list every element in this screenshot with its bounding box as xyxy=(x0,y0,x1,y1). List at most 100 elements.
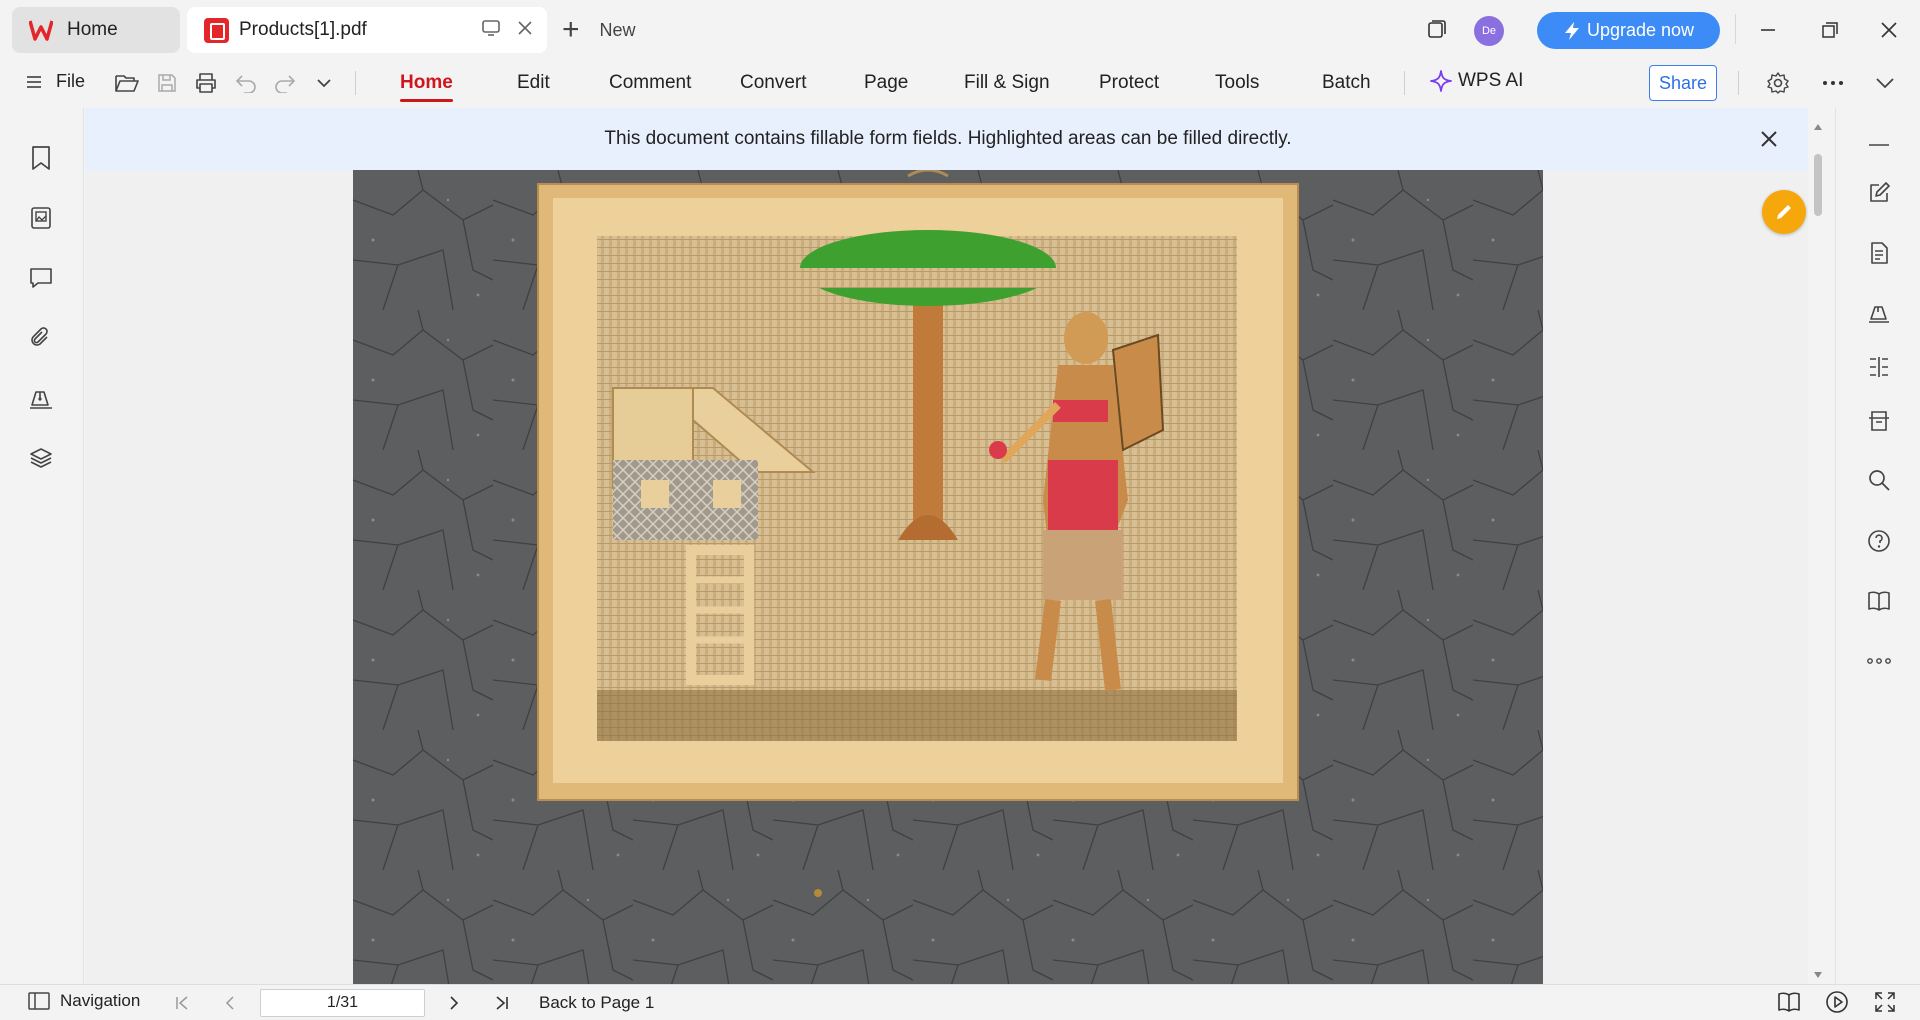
chevron-left-icon xyxy=(225,996,234,1010)
edit-text-icon xyxy=(1870,182,1890,202)
page-number-input[interactable]: 1/31 xyxy=(260,989,425,1017)
sign-button[interactable] xyxy=(1866,300,1892,326)
help-icon xyxy=(1868,530,1890,552)
previous-page-button[interactable] xyxy=(220,993,240,1013)
settings-button[interactable] xyxy=(1765,70,1791,96)
layers-button[interactable] xyxy=(27,444,55,472)
title-bar: Home Products[1].pdf + New De Upgrade no… xyxy=(0,0,1920,58)
pencil-icon xyxy=(1777,205,1791,219)
tab-home[interactable]: Home xyxy=(12,7,180,53)
minimize-button[interactable] xyxy=(1750,14,1786,46)
back-to-page-link[interactable]: Back to Page 1 xyxy=(539,993,654,1013)
file-menu-button[interactable]: File xyxy=(26,71,85,92)
restore-windows-icon[interactable] xyxy=(1426,18,1448,40)
first-page-button[interactable] xyxy=(172,993,192,1013)
reading-mode-button[interactable] xyxy=(1866,588,1892,614)
notice-text: This document contains fillable form fie… xyxy=(604,128,1292,149)
print-button[interactable] xyxy=(193,70,219,96)
help-button[interactable] xyxy=(1866,528,1892,554)
document-viewport[interactable]: This document contains fillable form fie… xyxy=(85,108,1808,984)
right-sidebar xyxy=(1835,108,1920,984)
more-icon xyxy=(1867,658,1891,664)
undo-button[interactable] xyxy=(233,70,259,96)
tab-page[interactable]: Page xyxy=(864,72,908,94)
new-tab-button[interactable]: + New xyxy=(562,14,636,46)
tab-edit[interactable]: Edit xyxy=(517,72,550,94)
signature-button[interactable] xyxy=(27,384,55,412)
last-page-button[interactable] xyxy=(492,993,512,1013)
navigation-label: Navigation xyxy=(60,991,141,1010)
quick-access-dropdown[interactable] xyxy=(311,70,337,96)
file-menu-label: File xyxy=(56,71,86,91)
scroll-down-arrow[interactable] xyxy=(1814,972,1822,978)
more-tools-button[interactable] xyxy=(1866,648,1892,674)
close-tab-icon[interactable] xyxy=(515,18,535,38)
play-slideshow-button[interactable] xyxy=(1825,990,1849,1014)
reading-view-button[interactable] xyxy=(1777,991,1801,1013)
next-page-button[interactable] xyxy=(444,993,464,1013)
fullscreen-icon xyxy=(1875,992,1895,1012)
edit-text-button[interactable] xyxy=(1866,180,1892,206)
chevron-right-icon xyxy=(450,996,459,1010)
lightning-icon xyxy=(1564,21,1579,40)
search-button[interactable] xyxy=(1866,467,1892,493)
upgrade-button[interactable]: Upgrade now xyxy=(1537,12,1720,49)
compare-button[interactable] xyxy=(1866,354,1892,380)
vertical-scrollbar[interactable] xyxy=(1810,118,1826,984)
wps-ai-button[interactable]: WPS AI xyxy=(1430,70,1523,92)
attachments-button[interactable] xyxy=(27,324,55,352)
document-tools-button[interactable] xyxy=(1866,240,1892,266)
navigation-button[interactable]: Navigation xyxy=(28,991,140,1011)
tab-comment[interactable]: Comment xyxy=(609,72,691,94)
share-button[interactable]: Share xyxy=(1649,65,1717,101)
divider xyxy=(1738,71,1739,95)
tab-document[interactable]: Products[1].pdf xyxy=(187,7,547,53)
close-notice-icon[interactable] xyxy=(1757,127,1781,151)
redo-icon xyxy=(275,75,296,93)
scroll-up-arrow[interactable] xyxy=(1814,124,1822,130)
close-icon xyxy=(1881,22,1897,38)
attachment-icon xyxy=(31,327,48,346)
tab-protect[interactable]: Protect xyxy=(1099,72,1159,94)
close-window-button[interactable] xyxy=(1871,14,1907,46)
open-button[interactable] xyxy=(114,70,140,96)
sparkle-icon xyxy=(1430,70,1452,92)
fullscreen-button[interactable] xyxy=(1874,991,1896,1013)
book-icon xyxy=(1868,591,1890,611)
left-sidebar xyxy=(0,108,84,984)
new-tab-label: New xyxy=(599,19,636,40)
comments-button[interactable] xyxy=(27,264,55,292)
tab-home[interactable]: Home xyxy=(400,72,453,102)
scroll-thumb[interactable] xyxy=(1814,154,1822,216)
plus-icon: + xyxy=(562,13,580,46)
user-avatar[interactable]: De xyxy=(1474,16,1504,46)
save-button[interactable] xyxy=(154,70,180,96)
tab-batch[interactable]: Batch xyxy=(1322,72,1371,94)
more-options-button[interactable] xyxy=(1820,70,1846,96)
more-horizontal-icon xyxy=(1823,81,1843,85)
tab-home-label: Home xyxy=(67,19,118,40)
redo-button[interactable] xyxy=(272,70,298,96)
upgrade-label: Upgrade now xyxy=(1586,20,1695,40)
chevron-down-icon xyxy=(317,79,331,88)
tab-document-label: Products[1].pdf xyxy=(239,19,367,40)
scan-button[interactable] xyxy=(1866,408,1892,434)
thumbnails-button[interactable] xyxy=(27,204,55,232)
tab-fill-sign[interactable]: Fill & Sign xyxy=(964,72,1050,94)
tab-tools[interactable]: Tools xyxy=(1215,72,1259,94)
maximize-button[interactable] xyxy=(1812,14,1848,46)
last-page-icon xyxy=(496,996,508,1010)
document-icon xyxy=(1871,242,1888,264)
tab-convert[interactable]: Convert xyxy=(740,72,807,94)
collapse-panel-button[interactable] xyxy=(1866,132,1892,158)
wps-ai-label: WPS AI xyxy=(1458,70,1524,91)
search-icon xyxy=(1869,470,1890,491)
monitor-icon[interactable] xyxy=(481,18,501,38)
status-bar: Navigation 1/31 Back to Page 1 xyxy=(0,984,1920,1020)
edit-fab-button[interactable] xyxy=(1762,190,1806,234)
thumbnails-icon xyxy=(31,207,51,229)
sign-icon xyxy=(1869,306,1889,323)
bookmark-button[interactable] xyxy=(27,144,55,172)
collapse-ribbon-button[interactable] xyxy=(1872,70,1898,96)
divider xyxy=(355,71,356,95)
